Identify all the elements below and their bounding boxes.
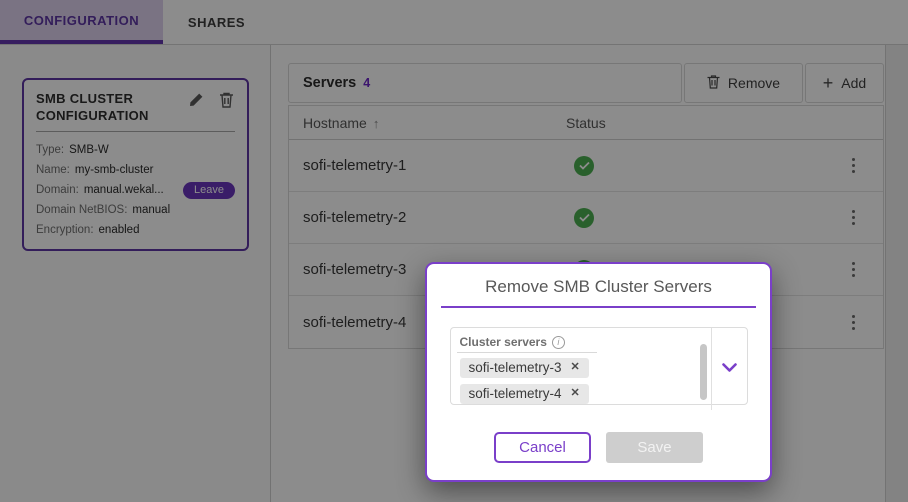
- cluster-servers-multiselect[interactable]: Cluster servers i sofi-telemetry-3 ✕ sof…: [450, 327, 748, 405]
- dialog-actions: Cancel Save: [427, 432, 770, 463]
- remove-chip-icon[interactable]: ✕: [571, 362, 580, 373]
- dialog-title-rule: [441, 306, 756, 308]
- app-window: CONFIGURATION SHARES SMB CLUSTER CONFIGU…: [0, 0, 908, 502]
- selected-server-chip: sofi-telemetry-4 ✕: [460, 384, 589, 404]
- chevron-down-icon: [722, 360, 737, 378]
- cancel-button[interactable]: Cancel: [494, 432, 591, 463]
- remove-servers-dialog: Remove SMB Cluster Servers Cluster serve…: [425, 262, 772, 482]
- save-button[interactable]: Save: [606, 432, 703, 463]
- scrollbar-thumb[interactable]: [700, 344, 707, 400]
- multiselect-label-row: Cluster servers i: [460, 335, 711, 349]
- chip-label: sofi-telemetry-4: [469, 386, 562, 401]
- multiselect-label-underline: [457, 352, 597, 353]
- multiselect-chips-area: Cluster servers i sofi-telemetry-3 ✕ sof…: [451, 328, 711, 410]
- remove-chip-icon[interactable]: ✕: [571, 388, 580, 399]
- selected-server-chip: sofi-telemetry-3 ✕: [460, 358, 589, 378]
- dropdown-toggle[interactable]: [711, 328, 747, 410]
- multiselect-label: Cluster servers: [460, 335, 547, 349]
- info-icon[interactable]: i: [552, 336, 565, 349]
- dialog-title: Remove SMB Cluster Servers: [427, 277, 770, 297]
- chip-label: sofi-telemetry-3: [469, 360, 562, 375]
